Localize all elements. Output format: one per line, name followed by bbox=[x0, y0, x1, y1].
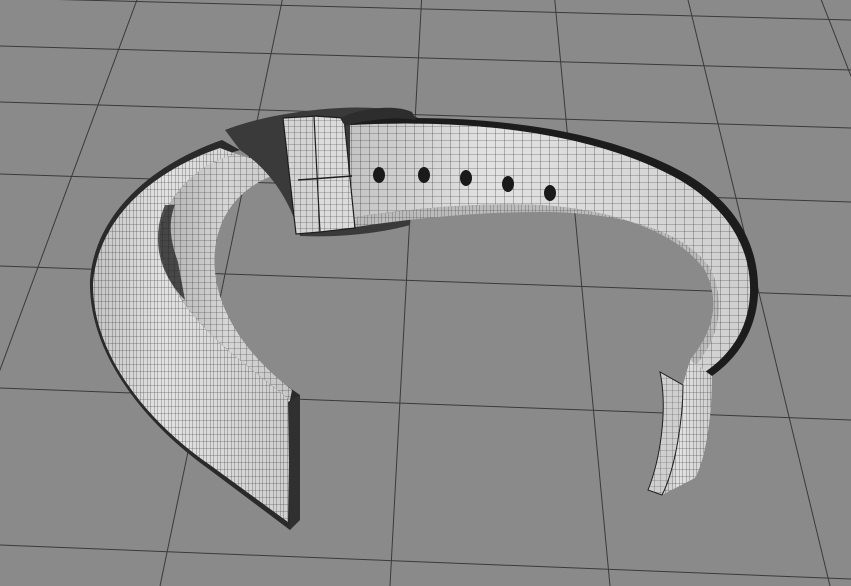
strap-hole bbox=[373, 167, 385, 183]
strap-hole bbox=[418, 167, 430, 183]
left-strap-end-cap[interactable] bbox=[288, 395, 300, 530]
viewport-canvas[interactable] bbox=[0, 0, 851, 586]
strap-hole bbox=[460, 170, 472, 186]
strap-hole bbox=[502, 176, 514, 192]
strap-hole bbox=[544, 185, 556, 201]
3d-viewport[interactable] bbox=[0, 0, 851, 586]
